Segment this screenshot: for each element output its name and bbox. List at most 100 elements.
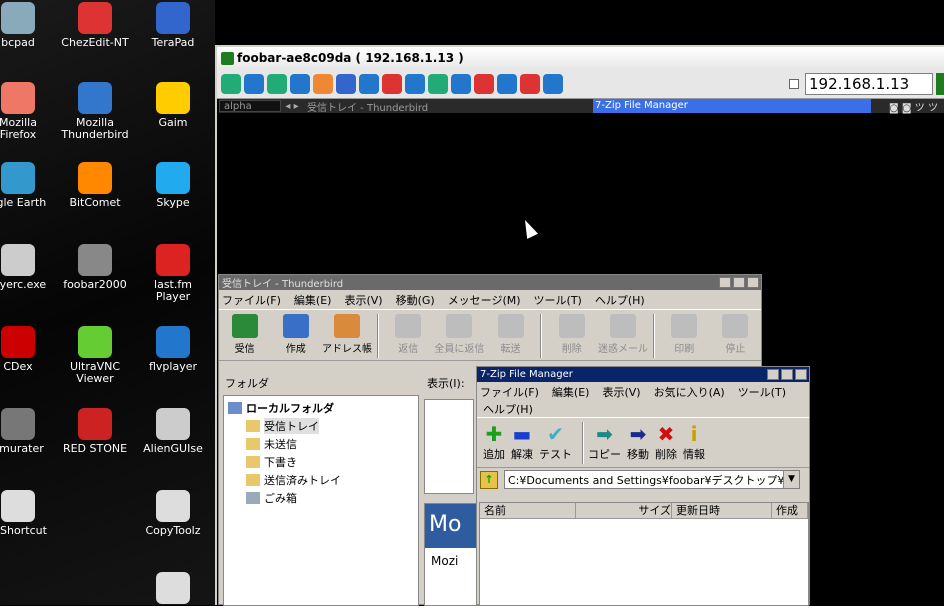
- folder-up-icon[interactable]: ↑: [480, 470, 498, 489]
- menu-item[interactable]: ファイル(F): [222, 292, 281, 308]
- 7zip-file-list[interactable]: 名前 サイズ 更新日時 作成: [479, 502, 809, 606]
- toolbar-button[interactable]: アドレス帳: [321, 314, 372, 355]
- toolbar-button[interactable]: 転送: [485, 314, 536, 355]
- menu-item[interactable]: お気に入り(A): [654, 384, 725, 400]
- folder-item[interactable]: 下書き: [228, 453, 414, 471]
- host-address-input[interactable]: [805, 72, 933, 95]
- menu-help[interactable]: ヘルプ(H): [477, 401, 809, 417]
- desktop-icon[interactable]: ogle Earth: [0, 162, 54, 209]
- address-checkbox[interactable]: [789, 78, 799, 89]
- refresh-icon[interactable]: [267, 73, 287, 94]
- column-header[interactable]: 更新日時: [672, 503, 772, 519]
- desktop-icon[interactable]: flvplayer: [137, 326, 209, 373]
- toolbar-button[interactable]: i 情報: [683, 422, 705, 462]
- folder-item[interactable]: ローカルフォルダ: [228, 399, 414, 417]
- toolbar-button[interactable]: 迷惑メール: [597, 314, 648, 355]
- column-header[interactable]: 名前: [480, 503, 576, 519]
- close-button[interactable]: [795, 369, 807, 380]
- disconnect-icon[interactable]: [428, 73, 448, 94]
- maximize-button[interactable]: [781, 369, 793, 380]
- maximize-button[interactable]: [733, 277, 745, 288]
- toolbar-button[interactable]: 作成: [270, 314, 321, 355]
- desktop-icon[interactable]: CopyToolz: [137, 490, 209, 537]
- chevron-down-icon[interactable]: ▼: [783, 471, 799, 488]
- desktop-icon[interactable]: RED STONE: [59, 408, 131, 455]
- path-combobox[interactable]: C:¥Documents and Settings¥foobar¥デスクトップ¥…: [504, 470, 800, 489]
- menu-item[interactable]: 表示(V): [602, 384, 640, 400]
- desktop-icon[interactable]: Emurater: [0, 408, 54, 455]
- toolbar-button[interactable]: 削除: [546, 314, 597, 355]
- toolbar-button[interactable]: ➡ コピー: [588, 422, 621, 462]
- desktop-icon[interactable]: ChezEdit-NT: [59, 2, 131, 49]
- desktop-icon[interactable]: CDex: [0, 326, 54, 373]
- column-header[interactable]: 作成: [772, 503, 808, 519]
- 7zip-title-bar[interactable]: 7-Zip File Manager: [477, 367, 809, 382]
- toolbar-button[interactable]: 全員に返信: [434, 314, 485, 355]
- info-icon[interactable]: [359, 73, 379, 94]
- desktop-icon[interactable]: vim: [214, 2, 215, 49]
- abc-icon[interactable]: [336, 73, 356, 94]
- desktop-icon[interactable]: [137, 572, 209, 605]
- toolbar-button[interactable]: 停止: [710, 314, 761, 355]
- toolbar-button[interactable]: ➡ 移動: [627, 422, 649, 462]
- desktop-icon[interactable]: BitComet: [59, 162, 131, 209]
- remote-taskbar-alpha[interactable]: alpha: [219, 100, 281, 112]
- screen-icon[interactable]: [520, 73, 540, 94]
- send-keys-icon[interactable]: [290, 73, 310, 94]
- minimize-button[interactable]: [767, 369, 779, 380]
- menu-item[interactable]: ツール(T): [738, 384, 786, 400]
- connect-go-button[interactable]: [936, 72, 944, 95]
- message-list[interactable]: [424, 399, 474, 494]
- folder-item[interactable]: 送信済みトレイ: [228, 471, 414, 489]
- menu-item[interactable]: 編集(E): [552, 384, 590, 400]
- menu-item[interactable]: メッセージ(M): [448, 292, 521, 308]
- folder-item[interactable]: 受信トレイ: [228, 417, 414, 435]
- taskbar-item-7zip[interactable]: 7-Zip File Manager: [593, 99, 871, 113]
- options-icon[interactable]: [221, 73, 241, 94]
- taskbar-item-thunderbird[interactable]: 受信トレイ - Thunderbird: [303, 99, 583, 114]
- menu-item[interactable]: 移動(G): [396, 292, 435, 308]
- toolbar-button[interactable]: 印刷: [659, 314, 710, 355]
- transfer-icon[interactable]: [451, 73, 471, 94]
- 7zip-window[interactable]: 7-Zip File Manager ファイル(F) 編集(E) 表示(V) お気に入…: [476, 366, 810, 606]
- remote-system-tray[interactable]: ◙ ◙ ツ ツ: [889, 99, 938, 114]
- desktop-icon[interactable]: last.fm Player: [137, 244, 209, 303]
- toolbar-button[interactable]: 受信: [219, 314, 270, 355]
- desktop-icon[interactable]: bcpad: [0, 2, 54, 49]
- desktop-icon[interactable]: Mozilla Firefox: [0, 82, 54, 141]
- desktop-icon[interactable]: UltraVNC Viewer: [59, 326, 131, 385]
- column-header[interactable]: サイズ: [576, 503, 672, 519]
- zoom-icon[interactable]: [543, 73, 563, 94]
- minimize-button[interactable]: [719, 277, 731, 288]
- desktop-icon[interactable]: リShortcut: [0, 490, 54, 537]
- folder-item[interactable]: ごみ箱: [228, 489, 414, 507]
- remote-taskbar-nav[interactable]: ◂ ▸: [281, 101, 303, 112]
- toolbar-button[interactable]: ▬ 解凍: [511, 422, 533, 462]
- vnc-title-bar[interactable]: foobar-ae8c09da ( 192.168.1.13 ): [217, 47, 944, 69]
- menu-item[interactable]: 編集(E): [294, 292, 332, 308]
- fullscreen-icon[interactable]: [244, 73, 264, 94]
- desktop-icon[interactable]: Skype: [137, 162, 209, 209]
- desktop-icon[interactable]: Gaim: [137, 82, 209, 129]
- select-icon[interactable]: [497, 73, 517, 94]
- thunderbird-title-bar[interactable]: 受信トレイ - Thunderbird: [219, 275, 761, 290]
- toolbar-button[interactable]: ✔ テスト: [539, 422, 572, 462]
- desktop-icon[interactable]: foobar2000: [59, 244, 131, 291]
- menu-item[interactable]: 表示(V): [344, 292, 382, 308]
- close-button[interactable]: [747, 277, 759, 288]
- desktop-icon[interactable]: layerc.exe: [0, 244, 54, 291]
- menu-item[interactable]: ヘルプ(H): [595, 292, 645, 308]
- windows-key-icon[interactable]: [313, 73, 333, 94]
- menu-item[interactable]: ファイル(F): [480, 384, 539, 400]
- toolbar-button[interactable]: 返信: [383, 314, 434, 355]
- desktop-icon[interactable]: Mozilla Thunderbird: [59, 82, 131, 141]
- toolbar-button[interactable]: ✚ 追加: [483, 422, 505, 462]
- ctrl-alt-del-icon[interactable]: [382, 73, 402, 94]
- folder-item[interactable]: 未送信: [228, 435, 414, 453]
- toolbar-button[interactable]: ✖ 削除: [655, 422, 677, 462]
- connect-icon[interactable]: [405, 73, 425, 94]
- desktop-icon[interactable]: TeraPad: [137, 2, 209, 49]
- chat-icon[interactable]: [474, 73, 494, 94]
- desktop-icon[interactable]: AlienGUIse: [137, 408, 209, 455]
- menu-item[interactable]: ツール(T): [534, 292, 582, 308]
